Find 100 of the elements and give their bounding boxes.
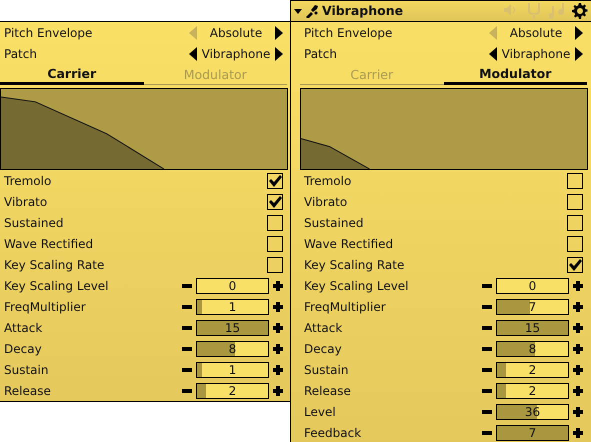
increment-button[interactable]	[573, 344, 583, 354]
field-label: FreqMultiplier	[3, 298, 86, 316]
decrement-button[interactable]	[482, 284, 492, 288]
number-field[interactable]: 1	[196, 362, 269, 378]
increment-button[interactable]	[273, 386, 283, 396]
checkbox[interactable]	[567, 236, 583, 252]
decrement-button[interactable]	[182, 326, 192, 330]
number-field[interactable]: 8	[496, 340, 569, 356]
number-field[interactable]: 8	[196, 340, 269, 356]
number-field[interactable]: 2	[496, 382, 569, 398]
increment-button[interactable]	[273, 344, 283, 354]
plus-icon	[573, 280, 583, 290]
increment-button[interactable]	[273, 322, 283, 332]
previous-button[interactable]	[489, 46, 497, 60]
number-field[interactable]: 1	[196, 298, 269, 314]
number-field[interactable]: 15	[196, 320, 269, 336]
decrement-button[interactable]	[482, 410, 492, 414]
checkbox[interactable]	[267, 236, 283, 252]
decrement-button[interactable]	[482, 368, 492, 372]
increment-button[interactable]	[273, 280, 283, 290]
increment-button[interactable]	[273, 302, 283, 312]
field-label: Attack	[303, 320, 342, 336]
field-label: Sustained	[303, 214, 364, 232]
decrement-button[interactable]	[482, 326, 492, 330]
decrement-button[interactable]	[182, 346, 192, 350]
checkbox[interactable]	[267, 172, 283, 188]
plus-icon	[573, 386, 583, 396]
right-arrow-icon	[275, 26, 283, 40]
plus-icon	[273, 364, 283, 374]
next-button[interactable]	[575, 26, 583, 40]
field-label: Sustained	[3, 214, 64, 232]
next-button[interactable]	[275, 26, 283, 40]
checkbox[interactable]	[567, 214, 583, 230]
decrement-button[interactable]	[482, 430, 492, 434]
field-label: Tremolo	[3, 172, 52, 190]
left-arrow-icon	[489, 26, 497, 40]
next-button[interactable]	[275, 46, 283, 60]
number-field[interactable]: 7	[496, 424, 569, 440]
next-button[interactable]	[575, 46, 583, 60]
field-label: Feedback	[303, 424, 362, 442]
left-arrow-icon	[489, 46, 497, 60]
number-field[interactable]: 15	[496, 320, 569, 336]
number-field[interactable]: 2	[496, 362, 569, 378]
collapse-button[interactable]	[294, 8, 302, 14]
increment-button[interactable]	[573, 302, 583, 312]
decrement-button[interactable]	[182, 388, 192, 392]
checkbox[interactable]	[267, 214, 283, 230]
minus-icon	[182, 284, 192, 288]
fork-icon	[526, 3, 542, 19]
settings-button[interactable]	[572, 3, 588, 19]
field-label: Sustain	[303, 362, 348, 378]
selector-value: Absolute	[208, 24, 264, 42]
number-field[interactable]: 7	[496, 298, 569, 314]
minus-icon	[482, 326, 492, 330]
previous-button[interactable]	[189, 46, 197, 60]
decrement-button[interactable]	[482, 388, 492, 392]
field-label: Decay	[3, 340, 42, 358]
decrement-button[interactable]	[182, 284, 192, 288]
field-label: Attack	[3, 320, 42, 336]
increment-button[interactable]	[573, 280, 583, 290]
caret-down-icon	[294, 8, 302, 14]
checkbox[interactable]	[267, 194, 283, 210]
field-label: Key Scaling Level	[3, 278, 109, 294]
right-arrow-icon	[575, 26, 583, 40]
selector-value: Absolute	[508, 24, 564, 42]
increment-button[interactable]	[573, 406, 583, 416]
checkbox[interactable]	[567, 256, 583, 272]
field-label: Release	[303, 382, 351, 400]
field-label: Patch	[303, 46, 337, 62]
decrement-button[interactable]	[182, 304, 192, 308]
checkbox[interactable]	[567, 194, 583, 210]
checkbox[interactable]	[567, 172, 583, 188]
plus-icon	[273, 302, 283, 312]
field-label: Key Scaling Rate	[3, 256, 104, 274]
increment-button[interactable]	[273, 364, 283, 374]
left-arrow-icon	[189, 46, 197, 60]
field-label: Level	[303, 404, 336, 420]
right-arrow-icon	[275, 46, 283, 60]
decrement-button[interactable]	[482, 304, 492, 308]
tab[interactable]: Modulator	[444, 64, 587, 85]
plus-icon	[573, 322, 583, 332]
increment-button[interactable]	[573, 386, 583, 396]
checkbox[interactable]	[267, 256, 283, 272]
number-field[interactable]: 36	[496, 404, 569, 420]
tab[interactable]: Carrier	[0, 64, 144, 85]
plus-icon	[573, 344, 583, 354]
number-field[interactable]: 2	[196, 382, 269, 398]
decrement-button[interactable]	[482, 346, 492, 350]
decrement-button[interactable]	[182, 368, 192, 372]
number-field[interactable]: 0	[196, 278, 269, 294]
checkmark-icon	[268, 174, 282, 186]
minus-icon	[482, 430, 492, 434]
field-label: Tremolo	[303, 172, 352, 190]
number-field[interactable]: 0	[496, 278, 569, 294]
plus-icon	[573, 406, 583, 416]
increment-button[interactable]	[573, 428, 583, 438]
minus-icon	[482, 388, 492, 392]
increment-button[interactable]	[573, 364, 583, 374]
increment-button[interactable]	[573, 322, 583, 332]
minus-icon	[182, 388, 192, 392]
